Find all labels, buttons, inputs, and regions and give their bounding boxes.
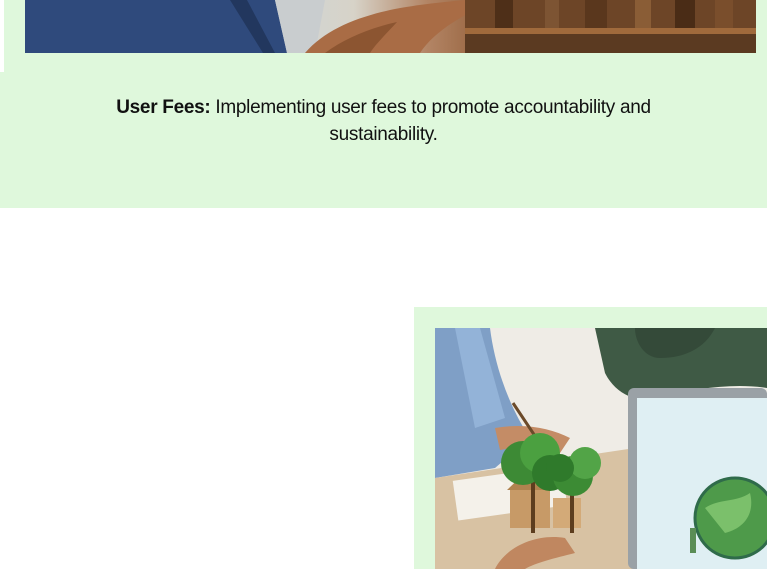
card-edge-notch [0, 0, 4, 72]
caption-title: User Fees: [116, 97, 211, 118]
feature-caption: User Fees: Implementing user fees to pro… [60, 94, 707, 148]
sustainability-photo [435, 328, 767, 569]
feature-photo [25, 0, 756, 53]
person-photo-graphic [25, 0, 756, 53]
caption-text: Implementing user fees to promote accoun… [210, 97, 651, 145]
feature-card-user-fees: User Fees: Implementing user fees to pro… [0, 0, 767, 208]
feature-card-sustainability [414, 307, 767, 569]
sustainability-photo-graphic [435, 328, 767, 569]
